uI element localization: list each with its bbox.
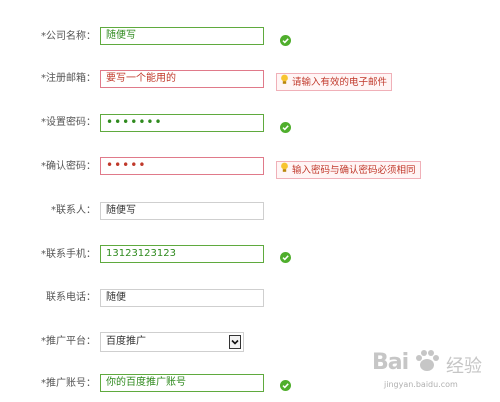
platform-label: *推广平台：: [41, 336, 96, 347]
baidu-jingyan-watermark: Bai 经验 jingyan.baidu.com: [372, 350, 494, 398]
company-name-label: *公司名称：: [41, 31, 96, 42]
check-circle-icon: [280, 252, 291, 263]
watermark-logo-text-2: 经验: [446, 356, 482, 377]
check-circle-icon: [280, 122, 291, 133]
contact-input[interactable]: 随便写: [100, 202, 264, 220]
phone-label: 联系电话：: [46, 292, 96, 303]
platform-select[interactable]: 百度推广: [100, 332, 244, 352]
chevron-down-icon[interactable]: [229, 335, 241, 349]
account-label: *推广账号：: [41, 378, 96, 389]
watermark-logo-text: Bai: [372, 350, 409, 375]
email-label: *注册邮箱：: [41, 73, 96, 84]
confirm-password-tip-text: 输入密码与确认密码必须相同: [292, 165, 416, 176]
password-label: *设置密码：: [41, 117, 96, 128]
check-circle-icon: [280, 380, 291, 391]
paw-icon: [412, 348, 442, 377]
lightbulb-icon: [280, 162, 289, 179]
confirm-password-input[interactable]: •••••: [100, 157, 264, 175]
platform-select-value: 百度推广: [106, 336, 146, 347]
confirm-password-label: *确认密码：: [41, 161, 96, 172]
contact-label: *联系人：: [51, 205, 96, 216]
password-input[interactable]: •••••••: [100, 114, 264, 132]
email-input[interactable]: 要写一个能用的: [100, 70, 264, 88]
mobile-label: *联系手机：: [41, 249, 96, 260]
phone-input[interactable]: 随便: [100, 289, 264, 307]
lightbulb-icon: [280, 74, 289, 91]
email-tip: 请输入有效的电子邮件: [276, 73, 393, 91]
check-circle-icon: [280, 35, 291, 46]
company-name-input[interactable]: 随便写: [100, 27, 264, 45]
email-tip-text: 请输入有效的电子邮件: [292, 77, 388, 88]
account-input[interactable]: 你的百度推广账号: [100, 374, 264, 392]
mobile-input[interactable]: 13123123123: [100, 245, 264, 263]
confirm-password-tip: 输入密码与确认密码必须相同: [276, 161, 421, 179]
watermark-url: jingyan.baidu.com: [384, 380, 458, 389]
